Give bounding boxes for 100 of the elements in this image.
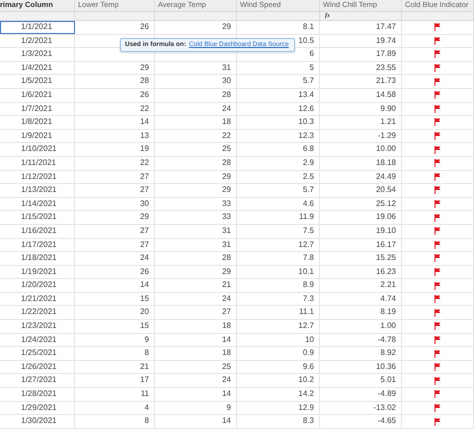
table-cell: 22 [155,130,237,142]
table-cell: 14 [75,116,155,129]
table-cell: 1/12/2021 [0,170,75,184]
table-cell: 1/23/2021 [0,320,75,333]
table-cell: 29 [75,211,155,224]
table-cell: 26 [75,88,155,102]
table-cell: 8.19 [320,306,402,320]
table-cell: 18.18 [320,156,402,170]
table-cell: 26 [75,21,155,34]
table-cell: 1/20/2021 [0,279,75,292]
table-cell: 7.5 [237,224,320,238]
table-cell: 1/28/2021 [0,388,75,401]
table-cell: 31 [155,62,237,74]
table-cell: 1/8/2021 [0,116,75,129]
table-cell: 10.3 [237,116,320,129]
table-cell: 5.01 [320,374,402,388]
table-cell: 1/29/2021 [0,402,75,414]
table-cell: 5.7 [237,75,320,88]
table-cell: 14 [155,334,237,346]
table-cell: 1/7/2021 [0,102,75,116]
table-cell: -4.65 [320,415,402,428]
table-cell: 15 [75,292,155,306]
table-cell: 2.9 [237,156,320,170]
table-cell: 8.3 [237,415,320,428]
table-cell: 13 [75,130,155,142]
table-cell: 1/17/2021 [0,238,75,252]
table-cell: 1/15/2021 [0,211,75,224]
table-cell: 10.2 [237,374,320,388]
table-cell: 10.00 [320,143,402,156]
table-cell: 1/30/2021 [0,415,75,428]
table-cell: 26 [75,266,155,278]
table-cell: 10.36 [320,360,402,374]
table-cell: 17.47 [320,21,402,34]
table-cell: 16.17 [320,238,402,252]
table-cell: 17.89 [320,48,402,61]
table-cell: 14 [75,279,155,292]
table-cell: 1/5/2021 [0,75,75,88]
table-cell: 27 [75,238,155,252]
table-cell: 20.54 [320,184,402,197]
table-cell: 11 [75,388,155,401]
table-cell: 4.6 [237,198,320,210]
table-cell: 9.6 [237,360,320,374]
table-cell: 9 [75,334,155,346]
table-cell: 7.3 [237,292,320,306]
table-cell: 1/3/2021 [0,48,75,61]
table-cell: 29 [75,62,155,74]
table-cell: 30 [75,198,155,210]
table-cell: 20 [75,306,155,320]
table-cell: 22 [75,156,155,170]
table-cell: 30 [155,75,237,88]
table-cell: 18 [155,320,237,333]
table-cell: 1/1/2021 [0,21,75,34]
table-cell: 19.74 [320,34,402,48]
table-cell: 22 [75,102,155,116]
table-cell: 25 [155,143,237,156]
table-cell: 1/21/2021 [0,292,75,306]
table-cell: 24 [75,252,155,265]
table-cell: 0.9 [237,347,320,360]
table-cell: 27 [75,224,155,238]
table-cell: 1/10/2021 [0,143,75,156]
table-cell: 7.8 [237,252,320,265]
table-cell: 5 [237,62,320,74]
table-cell: 29 [155,266,237,278]
table-cell: 27 [75,170,155,184]
table-cell: 31 [155,238,237,252]
table-cell: 21 [155,279,237,292]
table-cell: 1.21 [320,116,402,129]
table-cell: 24.49 [320,170,402,184]
table-cell: 11.9 [237,211,320,224]
table-cell: 23.55 [320,62,402,74]
table-cell: 4 [75,402,155,414]
table-cell: 21.73 [320,75,402,88]
table-cell: 13.4 [237,88,320,102]
table-cell: 1/11/2021 [0,156,75,170]
table-cell: 18 [155,116,237,129]
table-cell: 8.9 [237,279,320,292]
table-cell: 1/22/2021 [0,306,75,320]
table-cell: 1/2/2021 [0,34,75,48]
table-cell: 28 [75,75,155,88]
table-cell: 1.00 [320,320,402,333]
table-cell: 8 [75,347,155,360]
table-cell: 1/24/2021 [0,334,75,346]
table-cell: 19.10 [320,224,402,238]
table-cell: 12.3 [237,130,320,142]
table-cell: -1.29 [320,130,402,142]
table-cell: 28 [155,88,237,102]
table-cell: 33 [155,198,237,210]
table-cell: 9 [155,402,237,414]
table-cell: 24 [155,374,237,388]
table-cell: 2.5 [237,170,320,184]
table-cell: 17 [75,374,155,388]
table-cell: 4.74 [320,292,402,306]
table-cell: 8.92 [320,347,402,360]
table-cell: 12.9 [237,402,320,414]
table-cell: 29 [155,184,237,197]
table-cell: 24 [155,292,237,306]
table-cell: 8 [75,415,155,428]
table-cell: 15 [75,320,155,333]
table-cell: 1/25/2021 [0,347,75,360]
table-cell: -4.89 [320,388,402,401]
